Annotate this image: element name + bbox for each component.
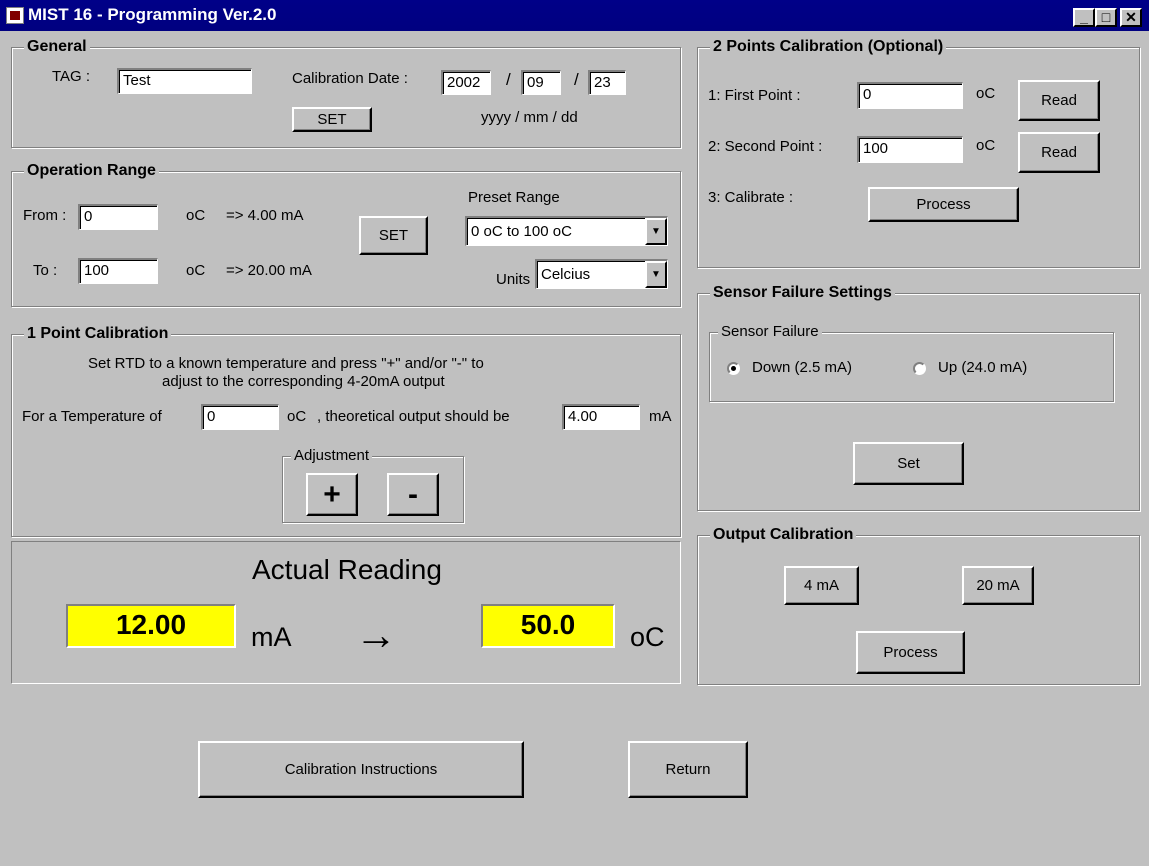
minimize-button[interactable]: _: [1073, 8, 1095, 27]
range-set-button[interactable]: SET: [359, 216, 428, 255]
to-unit: oC: [186, 262, 206, 279]
to-ma-value: => 20.00 mA: [226, 262, 312, 279]
temperature-label: For a Temperature of: [22, 408, 162, 425]
sensor-failure-inner-legend: Sensor Failure: [718, 323, 822, 340]
chevron-down-icon[interactable]: ▼: [645, 261, 667, 288]
decrease-button[interactable]: -: [387, 473, 439, 516]
general-legend: General: [24, 38, 90, 56]
units-select[interactable]: Celcius ▼: [535, 259, 668, 289]
calibrate-20ma-button[interactable]: 20 mA: [962, 566, 1034, 605]
from-ma-value: => 4.00 mA: [226, 207, 304, 224]
output-calibration-legend: Output Calibration: [710, 526, 857, 544]
preset-range-select[interactable]: 0 oC to 100 oC ▼: [465, 216, 668, 246]
two-point-calibration-legend: 2 Points Calibration (Optional): [710, 38, 947, 56]
month-input[interactable]: 09: [521, 70, 561, 95]
instruction-line-1: Set RTD to a known temperature and press…: [88, 355, 484, 372]
sensor-failure-set-button[interactable]: Set: [853, 442, 964, 485]
first-point-label: 1: First Point :: [708, 87, 801, 104]
sensor-failure-legend: Sensor Failure Settings: [710, 284, 895, 302]
up-radio-label[interactable]: Up (24.0 mA): [938, 359, 1027, 376]
theoretical-output-input[interactable]: 4.00: [562, 404, 640, 430]
actual-reading-title: Actual Reading: [252, 554, 442, 585]
second-point-input[interactable]: 100: [857, 136, 963, 163]
year-input[interactable]: 2002: [441, 70, 491, 95]
day-input[interactable]: 23: [588, 70, 626, 95]
increase-button[interactable]: +: [306, 473, 358, 516]
first-point-input[interactable]: 0: [857, 82, 963, 109]
output-process-button[interactable]: Process: [856, 631, 965, 674]
from-label: From :: [23, 207, 67, 224]
calibration-instructions-button[interactable]: Calibration Instructions: [198, 741, 524, 798]
theoretical-output-label: , theoretical output should be: [317, 408, 510, 425]
tag-input[interactable]: Test: [117, 68, 252, 94]
temperature-reading-display: 50.0: [481, 604, 615, 648]
read-first-point-button[interactable]: Read: [1018, 80, 1100, 121]
date-separator: /: [506, 70, 511, 89]
maximize-button[interactable]: □: [1095, 8, 1117, 27]
down-radio-label[interactable]: Down (2.5 mA): [752, 359, 852, 376]
down-radio[interactable]: [727, 362, 740, 375]
chevron-down-icon[interactable]: ▼: [645, 218, 667, 245]
second-point-unit: oC: [976, 137, 996, 154]
range-to-input[interactable]: 100: [78, 258, 158, 284]
calibrate-4ma-button[interactable]: 4 mA: [784, 566, 859, 605]
arrow-right-icon: →: [355, 611, 397, 658]
to-label: To :: [33, 262, 58, 279]
operation-range-legend: Operation Range: [24, 162, 159, 180]
calibration-date-label: Calibration Date :: [292, 70, 408, 87]
temperature-reading-unit: oC: [630, 622, 665, 652]
close-button[interactable]: ✕: [1120, 8, 1142, 27]
units-label: Units: [496, 271, 531, 288]
title-bar[interactable]: MIST 16 - Programming Ver.2.0 _ □ ✕: [0, 0, 1149, 31]
output-unit: mA: [649, 408, 672, 425]
calibrate-label: 3: Calibrate :: [708, 189, 794, 206]
units-value: Celcius: [541, 266, 591, 283]
read-second-point-button[interactable]: Read: [1018, 132, 1100, 173]
second-point-label: 2: Second Point :: [708, 138, 823, 155]
ma-reading-unit: mA: [251, 622, 292, 652]
general-group: General: [11, 38, 681, 148]
window-title: MIST 16 - Programming Ver.2.0: [28, 5, 277, 24]
instruction-line-2: adjust to the corresponding 4-20mA outpu…: [162, 373, 445, 390]
tag-label: TAG :: [52, 68, 91, 85]
temperature-input[interactable]: 0: [201, 404, 279, 430]
general-set-button[interactable]: SET: [292, 107, 372, 132]
adjustment-legend: Adjustment: [291, 447, 373, 464]
return-button[interactable]: Return: [628, 741, 748, 798]
temperature-unit: oC: [287, 408, 307, 425]
date-format-hint: yyyy / mm / dd: [481, 109, 578, 126]
first-point-unit: oC: [976, 85, 996, 102]
one-point-calibration-legend: 1 Point Calibration: [24, 325, 172, 343]
up-radio[interactable]: [913, 362, 926, 375]
date-separator: /: [574, 70, 579, 89]
range-from-input[interactable]: 0: [78, 204, 158, 230]
preset-range-value: 0 oC to 100 oC: [471, 223, 572, 240]
app-icon[interactable]: [6, 7, 24, 24]
preset-range-label: Preset Range: [468, 189, 560, 206]
ma-reading-display: 12.00: [66, 604, 236, 648]
from-unit: oC: [186, 207, 206, 224]
two-point-process-button[interactable]: Process: [868, 187, 1019, 222]
